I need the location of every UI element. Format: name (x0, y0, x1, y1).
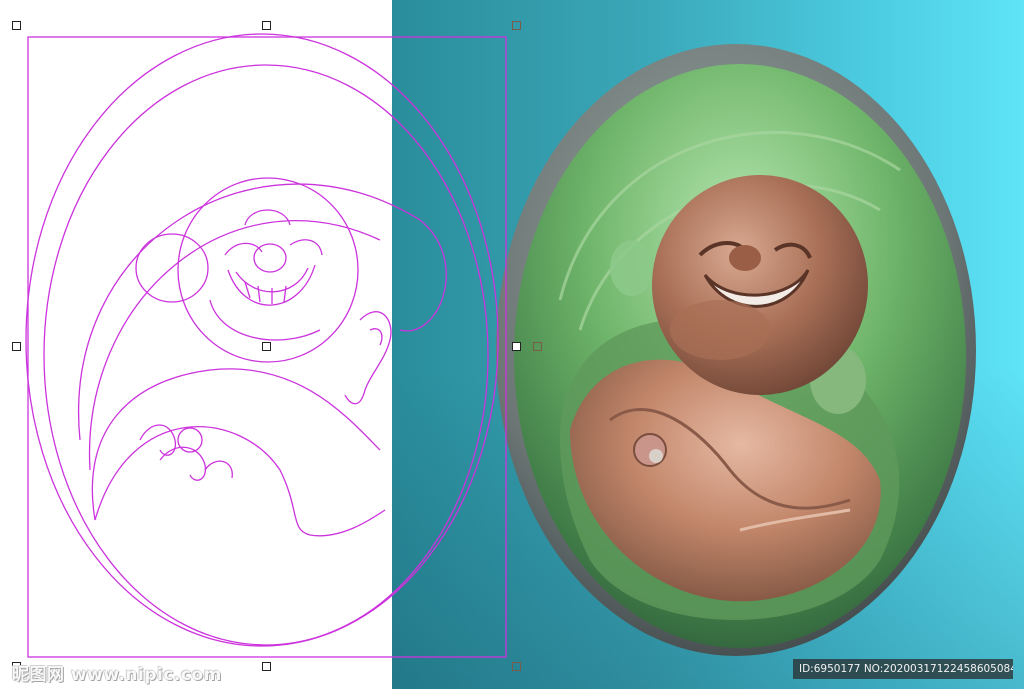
selection-handle-middle-right[interactable] (512, 342, 521, 351)
outline-arc-1[interactable] (77, 183, 447, 441)
outline-ear-right[interactable] (344, 311, 392, 405)
selection-handle-bottom-right[interactable] (512, 662, 521, 671)
selection-handle-bottom-center[interactable] (262, 662, 271, 671)
selection-handle-middle-right-secondary[interactable] (533, 342, 542, 351)
selection-handle-top-left[interactable] (12, 21, 21, 30)
site-watermark: 昵图网 www.nipic.com (12, 665, 222, 685)
selection-handle-top-center[interactable] (262, 21, 271, 30)
outline-arc-3[interactable] (91, 368, 381, 521)
outline-arc-2[interactable] (88, 220, 381, 471)
cad-workspace: 昵图网 www.nipic.com ID:6950177 NO:20200317… (0, 0, 1024, 689)
image-id-caption: ID:6950177 NO:20200317122458605084 (793, 659, 1013, 679)
outline-wave[interactable] (94, 424, 386, 537)
outline-inner-rim[interactable] (43, 64, 489, 646)
selection-handle-middle-left[interactable] (12, 342, 21, 351)
selection-handle-top-right[interactable] (512, 21, 521, 30)
selection-handle-center[interactable] (262, 342, 271, 351)
